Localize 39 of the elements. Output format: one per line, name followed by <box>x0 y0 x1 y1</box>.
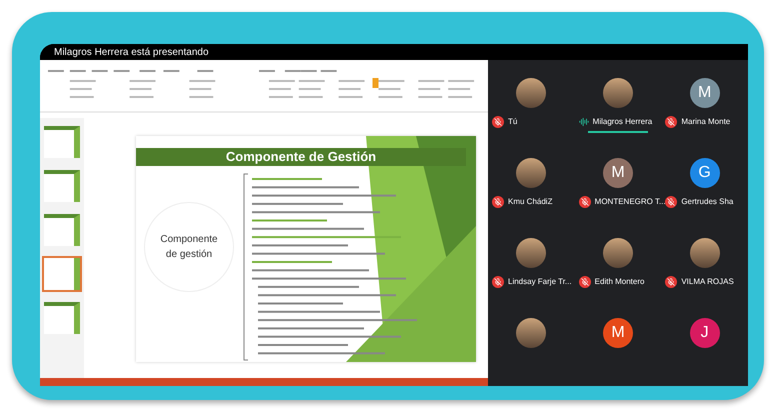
mic-off-icon <box>578 276 591 288</box>
mic-off-icon <box>578 196 591 208</box>
slide-side-label: Componente de gestión <box>159 233 219 262</box>
avatar-photo-placeholder <box>516 318 546 348</box>
participant-name: VILMA ROJAS <box>681 276 734 288</box>
mic-off-icon <box>665 196 678 208</box>
avatar-photo-placeholder <box>516 158 546 188</box>
participant-name: Gertrudes Sha <box>681 196 734 208</box>
participant-name: Kmu ChádiZ <box>508 196 552 208</box>
slide-thumbnail[interactable] <box>44 214 80 246</box>
slide-thumbnail[interactable] <box>44 126 80 158</box>
avatar-photo-placeholder <box>602 78 633 108</box>
participant-name: Marina Monte <box>681 116 730 128</box>
slide-thumbnail[interactable] <box>44 170 80 202</box>
mic-off-icon <box>492 196 504 208</box>
avatar-photo-placeholder <box>602 238 633 268</box>
avatar-letter: M <box>602 318 633 348</box>
mic-off-icon <box>665 116 678 128</box>
participant-name: Tú <box>508 116 518 128</box>
participant-name: MONTENEGRO T... <box>594 196 666 208</box>
participant-name: Edith Montero <box>594 276 644 288</box>
slide-title: Componente de Gestión <box>226 148 376 166</box>
participant-name: Lindsay Farje Tr... <box>508 276 572 288</box>
mic-off-icon <box>492 276 504 288</box>
avatar-letter: J <box>690 318 720 348</box>
avatar-photo-placeholder <box>516 238 546 268</box>
slide-thumbnail[interactable] <box>44 302 80 334</box>
avatar-photo-placeholder <box>516 78 546 108</box>
mic-off-icon <box>492 116 504 128</box>
slide-thumbnail[interactable] <box>44 258 80 290</box>
avatar-letter: M <box>690 78 720 108</box>
avatar-photo-placeholder <box>690 238 720 268</box>
avatar-letter: M <box>602 158 633 188</box>
sound-wave-icon <box>578 117 589 127</box>
avatar-letter: G <box>690 158 720 188</box>
presenter-label: Milagros Herrera está presentando <box>54 46 209 60</box>
speaking-indicator <box>588 131 648 133</box>
participant-name: Milagros Herrera <box>592 116 652 128</box>
mic-off-icon <box>665 276 678 288</box>
